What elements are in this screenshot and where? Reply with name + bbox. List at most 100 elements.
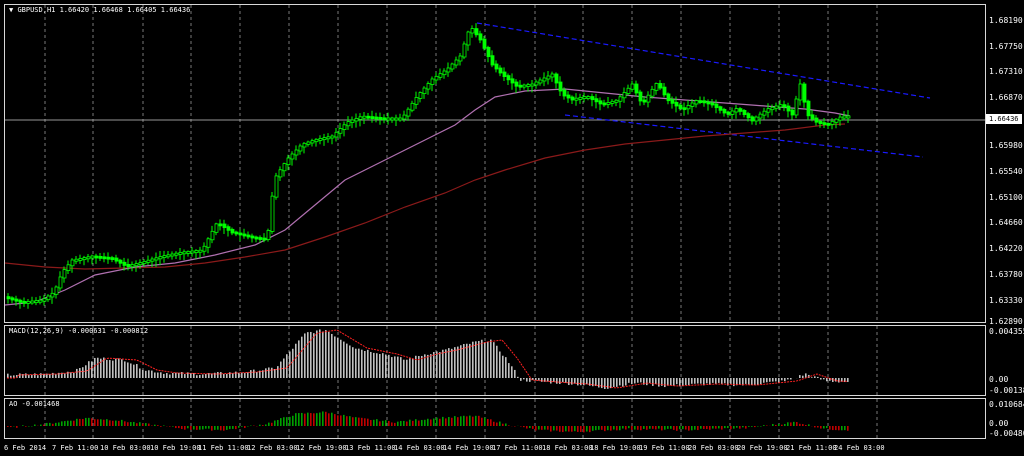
ao-bar — [160, 426, 162, 427]
candle-body — [38, 299, 43, 303]
candle-body — [482, 38, 487, 49]
ao-bar — [235, 426, 237, 430]
macd-bar — [388, 354, 390, 378]
macd-bar — [766, 378, 768, 383]
ao-bar — [205, 426, 207, 429]
price-tick: 1.65540 — [989, 167, 1023, 176]
price-chart-pane[interactable]: ▼ GBPUSD,H1 1.66420 1.66468 1.66405 1.66… — [4, 4, 986, 323]
candle-body — [258, 237, 263, 240]
macd-bar — [436, 351, 438, 378]
ao-bar — [391, 422, 393, 426]
macd-bar — [124, 361, 126, 378]
ao-bar — [499, 421, 501, 426]
macd-bar — [775, 378, 777, 382]
candle-body — [66, 264, 71, 271]
ao-bar — [409, 419, 411, 426]
time-label: 12 Feb 19:00 — [296, 444, 347, 452]
candle-body — [162, 255, 167, 259]
macd-bar — [412, 358, 414, 378]
ao-bar — [331, 412, 333, 426]
macd-bar — [367, 349, 369, 378]
ao-bar — [193, 426, 195, 430]
candle-body — [778, 104, 783, 108]
ao-bar — [730, 426, 732, 430]
ao-bar — [328, 413, 330, 426]
macd-bar — [556, 378, 558, 384]
candle-body — [402, 114, 407, 120]
macd-bar — [238, 372, 240, 378]
moving-average-slow — [5, 123, 846, 270]
macd-canvas — [7, 326, 878, 395]
candle-body — [126, 263, 131, 268]
ao-bar — [823, 426, 825, 429]
candle-body — [406, 108, 411, 117]
ao-bar — [352, 417, 354, 426]
candle-body — [46, 295, 51, 301]
macd-pane[interactable]: MACD(12,26,9) -0.000631 -0.000812 — [4, 325, 986, 396]
candle-body — [14, 298, 19, 302]
candle-body — [634, 83, 639, 94]
candle-body — [750, 116, 755, 122]
candle-body — [318, 137, 323, 141]
macd-bar — [790, 378, 792, 380]
macd-bar — [313, 333, 315, 378]
ao-bar — [763, 425, 765, 426]
time-label: 7 Feb 11:00 — [52, 444, 99, 452]
macd-bar — [763, 378, 765, 383]
macd-bar — [322, 331, 324, 378]
ao-bar — [481, 417, 483, 426]
ao-bar — [655, 426, 657, 430]
ao-bar — [832, 426, 834, 431]
symbol-label: GBPUSD,H1 — [17, 6, 56, 14]
ao-bar — [406, 421, 408, 426]
ao-pane[interactable]: AO -0.001468 — [4, 398, 986, 439]
macd-bar — [304, 333, 306, 378]
macd-bar — [349, 345, 351, 378]
ao-bar — [742, 426, 744, 428]
macd-bar — [565, 378, 567, 383]
macd-bar — [112, 360, 114, 378]
ao-bar — [610, 426, 612, 431]
ao-bar — [766, 425, 768, 426]
ao-bar — [805, 424, 807, 426]
menu-arrow-icon[interactable]: ▼ — [9, 6, 13, 14]
candle-body — [238, 232, 243, 236]
macd-bar — [802, 375, 804, 378]
candle-body — [442, 70, 447, 76]
macd-bar — [787, 378, 789, 380]
candle-body — [150, 258, 155, 262]
candle-body — [146, 259, 151, 263]
channel-lower-line[interactable] — [564, 114, 924, 158]
macd-bar — [691, 378, 693, 384]
macd-bar — [475, 341, 477, 378]
time-label: 18 Feb 03:00 — [542, 444, 593, 452]
macd-bar — [529, 378, 531, 382]
candle-body — [582, 96, 587, 99]
ao-bar — [175, 426, 177, 429]
candle-body — [586, 96, 591, 99]
ao-bar — [307, 412, 309, 426]
ao-bar — [451, 417, 453, 426]
macd-title: MACD(12,26,9) -0.000631 -0.000812 — [9, 327, 149, 335]
ao-bar — [415, 419, 417, 426]
candle-body — [382, 117, 387, 121]
macd-bar — [685, 378, 687, 385]
candle-body — [650, 88, 655, 97]
macd-bar — [256, 372, 258, 378]
macd-bar — [379, 354, 381, 378]
candle-body — [806, 100, 811, 117]
ao-bar — [673, 426, 675, 430]
ao-bar — [34, 424, 36, 426]
ao-bar — [448, 417, 450, 426]
candle-body — [518, 84, 523, 88]
candle-body — [190, 250, 195, 254]
candle-body — [626, 87, 631, 94]
candle-body — [502, 71, 507, 77]
macd-bar — [649, 378, 651, 383]
time-label: 24 Feb 03:00 — [834, 444, 885, 452]
channel-upper-line[interactable] — [476, 22, 931, 99]
candle-body — [314, 138, 319, 143]
macd-bar — [658, 378, 660, 387]
ao-bar — [493, 421, 495, 426]
ao-bar — [709, 426, 711, 430]
